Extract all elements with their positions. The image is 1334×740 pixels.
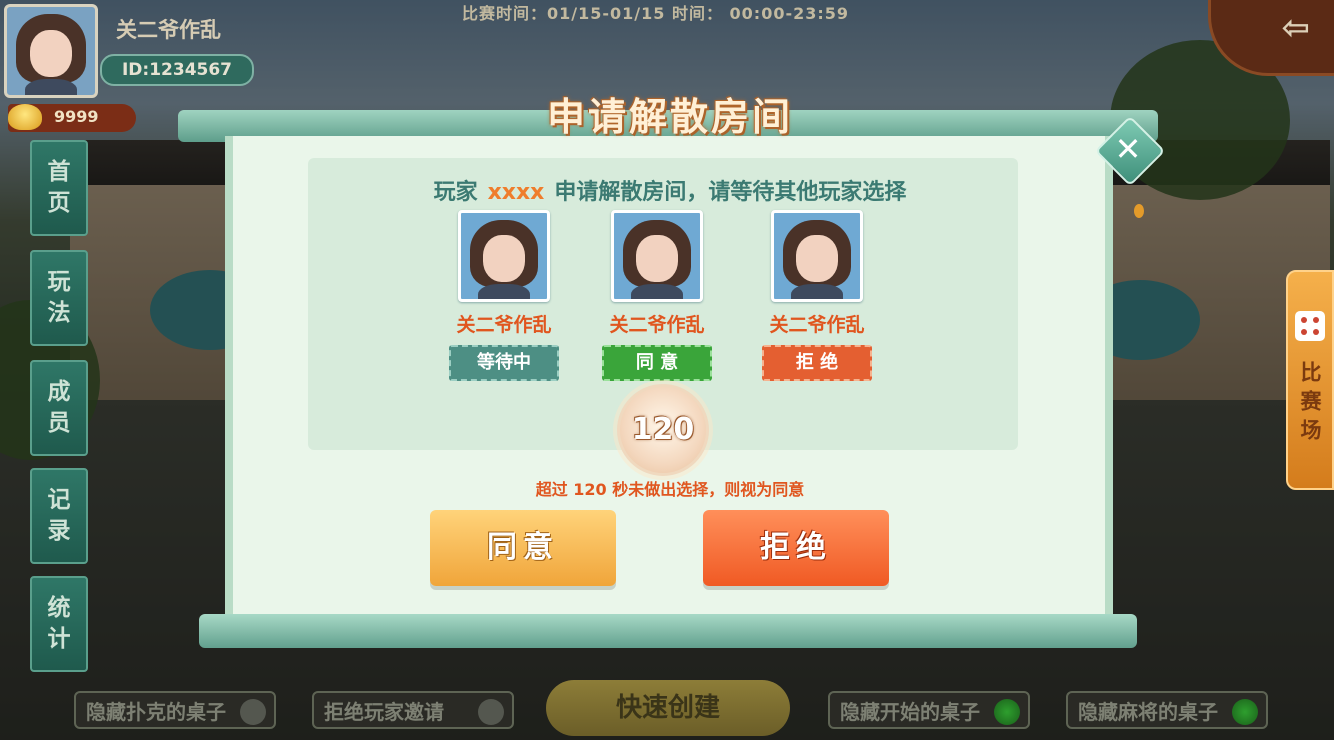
toggle-knob [478,699,504,725]
dialog-title: 申请解散房间 [546,94,793,139]
hide-mahjong-toggle[interactable]: 隐藏麻将的桌子 [1066,691,1268,729]
timeout-hint: 超过 120 秒未做出选择，则视为同意 [535,480,805,499]
player-name: 关二爷作乱 [116,18,221,42]
status-badge-refuse: 拒 绝 [762,345,872,381]
voter-avatar [458,210,550,302]
voter-card: 关二爷作乱 同 意 [597,210,717,381]
tassel-decoration [1134,204,1144,218]
dissolve-room-dialog: 申请解散房间 ✕ 玩家 xxxx 申请解散房间，请等待其他玩家选择 关二爷作乱 等待… [178,94,1166,648]
player-avatar[interactable] [4,4,98,98]
back-arrow-icon: ⇦ [1281,8,1311,48]
status-badge-waiting: 等待中 [449,345,559,381]
requesting-player: xxxx [487,180,545,205]
countdown-timer: 120 [617,384,709,476]
side-menu-rules[interactable]: 玩法 [30,250,88,346]
side-menu-home[interactable]: 首页 [30,140,88,236]
voter-name: 关二爷作乱 [609,314,705,336]
side-menu-records[interactable]: 记录 [30,468,88,564]
toggle-knob [240,699,266,725]
voter-avatar [771,210,863,302]
dissolve-message: 玩家 xxxx 申请解散房间，请等待其他玩家选择 [433,180,907,205]
refuse-invite-toggle[interactable]: 拒绝玩家邀请 [312,691,514,729]
match-arena-tab[interactable]: 比赛场 [1286,270,1334,490]
gold-ingot-icon [8,104,42,130]
status-badge-agree: 同 意 [602,345,712,381]
hide-started-toggle[interactable]: 隐藏开始的桌子 [828,691,1030,729]
side-menu-members[interactable]: 成员 [30,360,88,456]
refuse-button[interactable]: 拒绝 [703,510,889,586]
agree-button[interactable]: 同意 [430,510,616,586]
gold-amount: 9999 [54,107,99,126]
match-arena-label: 比赛场 [1298,361,1322,448]
scroll-rod-bottom [199,614,1137,648]
voter-name: 关二爷作乱 [769,314,865,336]
voter-name: 关二爷作乱 [456,314,552,336]
hide-poker-toggle[interactable]: 隐藏扑克的桌子 [74,691,276,729]
close-icon[interactable]: ✕ [1112,130,1144,168]
toggle-knob-on [1232,699,1258,725]
player-id-badge: ID:1234567 [100,54,254,86]
quick-create-button[interactable]: 快速创建 [546,680,790,736]
voter-card: 关二爷作乱 拒 绝 [757,210,877,381]
voter-avatar [611,210,703,302]
dice-icon [1295,311,1325,341]
voter-card: 关二爷作乱 等待中 [444,210,564,381]
side-menu-stats[interactable]: 统计 [30,576,88,672]
toggle-knob-on [994,699,1020,725]
match-time: 比赛时间：01/15-01/15 时间： 00:00-23:59 [462,4,850,23]
